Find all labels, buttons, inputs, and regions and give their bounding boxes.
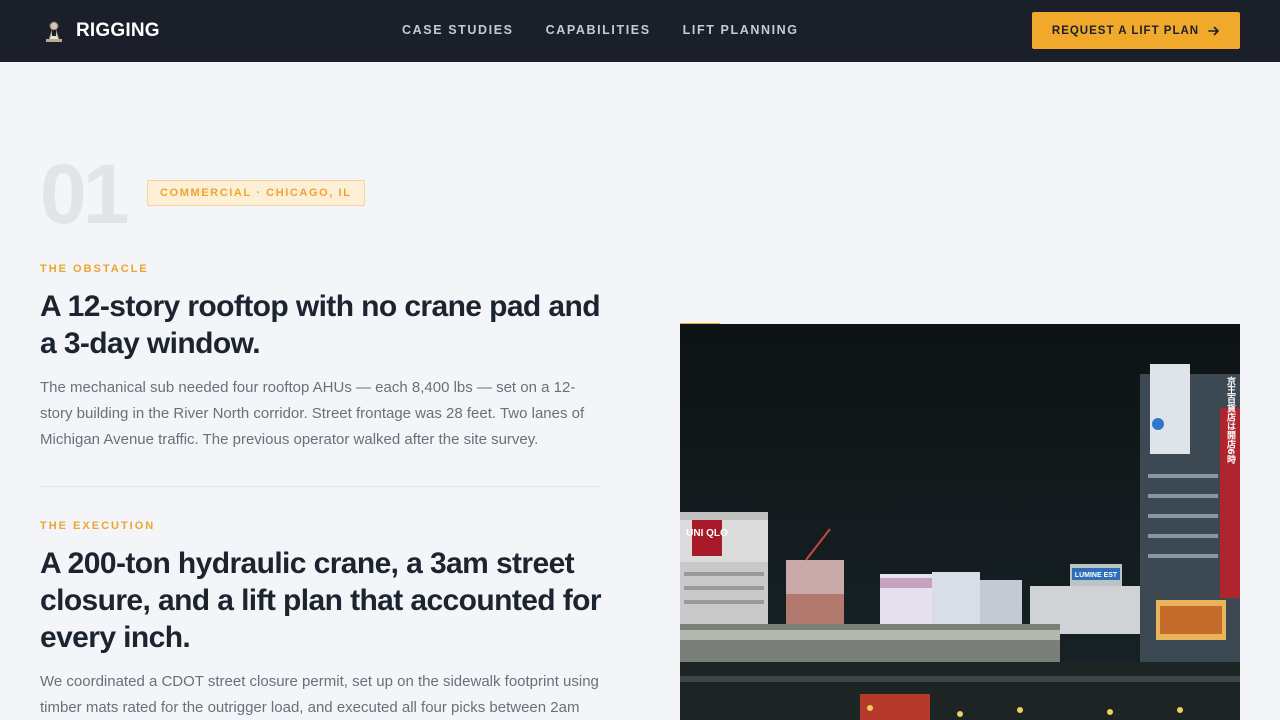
arrow-right-icon [1208, 26, 1219, 35]
obstacle-body: The mechanical sub needed four rooftop A… [40, 379, 585, 448]
brand-name: RIGGING [76, 20, 160, 41]
brand[interactable]: RIGGING [41, 17, 160, 45]
execution-body: We coordinated a CDOT street closure per… [40, 673, 599, 716]
keio-sign-text: 京王百貨店は開店6時 [1225, 375, 1236, 464]
execution-eyebrow: THE EXECUTION [40, 520, 156, 532]
request-lift-plan-button[interactable]: REQUEST A LIFT PLAN [1032, 12, 1240, 49]
nav-link-case-studies[interactable]: CASE STUDIES [402, 22, 514, 38]
execution-headline: A 200-ton hydraulic crane, a 3am street … [40, 547, 602, 654]
nav-link-capabilities[interactable]: CAPABILITIES [546, 22, 651, 38]
obstacle-eyebrow: THE OBSTACLE [40, 263, 149, 275]
night-city-photo-illustration: UNI QLO LUMINE EST 京王百貨店は開店6時 [680, 324, 1240, 720]
crane-hook-logo-icon [46, 21, 62, 42]
top-navigation-bar: RIGGING CASE STUDIES CAPABILITIES LIFT P… [0, 0, 1280, 62]
section-divider [40, 486, 600, 487]
main-nav: CASE STUDIES CAPABILITIES LIFT PLANNING [402, 22, 831, 38]
case-number: 01 [40, 147, 129, 241]
uniqlo-sign-text: UNI QLO [686, 528, 728, 539]
request-lift-plan-label: REQUEST A LIFT PLAN [1051, 24, 1200, 37]
case-study-photo: UNI QLO LUMINE EST 京王百貨店は開店6時 [680, 324, 1240, 720]
case-category-tag: COMMERCIAL · CHICAGO, IL [147, 180, 365, 206]
lumine-sign-text: LUMINE EST [1075, 572, 1118, 579]
nav-link-lift-planning[interactable]: LIFT PLANNING [683, 22, 799, 38]
obstacle-headline: A 12-story rooftop with no crane pad and… [40, 290, 601, 360]
